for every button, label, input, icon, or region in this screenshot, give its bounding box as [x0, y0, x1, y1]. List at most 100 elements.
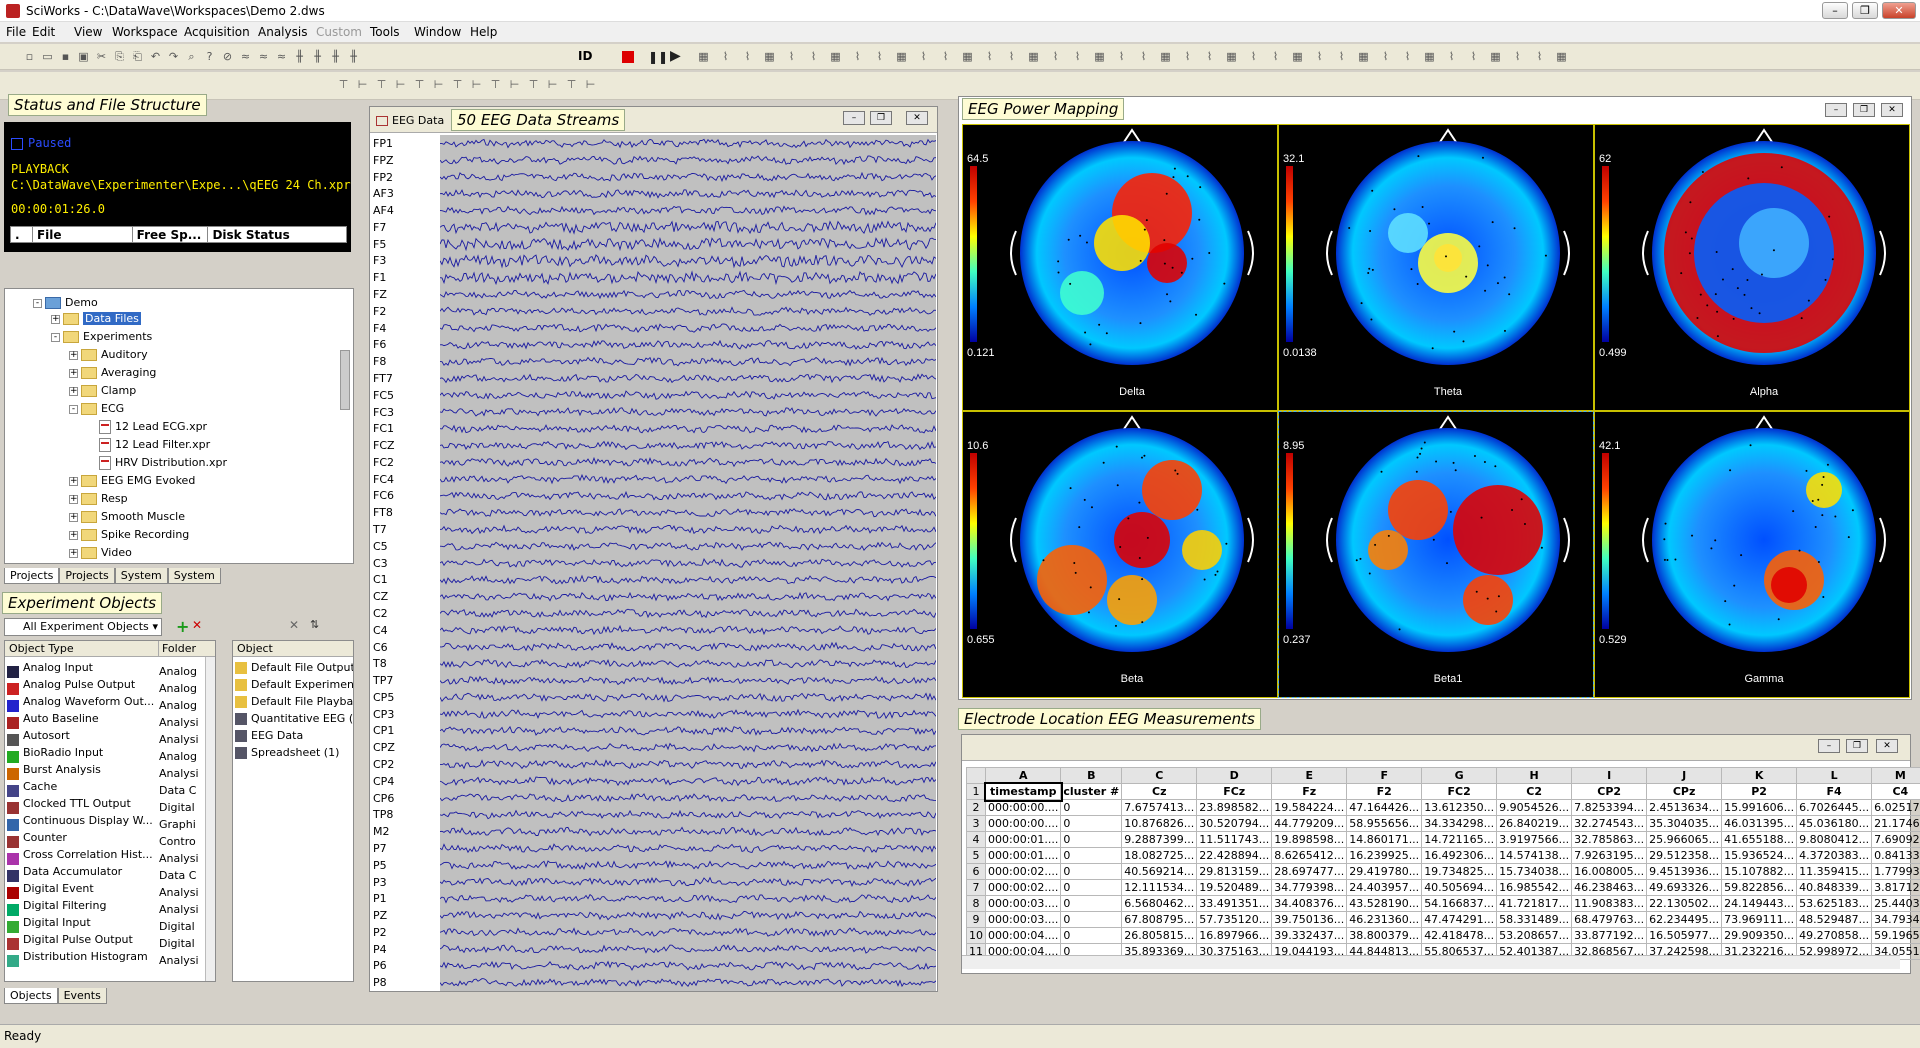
grid-col-file[interactable]: File — [33, 227, 133, 242]
toolbar-tool-icon[interactable]: ⌇ — [1400, 49, 1415, 64]
delete-object-button[interactable]: ✕ — [192, 618, 202, 632]
table-cell[interactable]: 24.149443... — [1721, 895, 1798, 912]
sheet-close-button[interactable]: ✕ — [1876, 739, 1898, 753]
table-cell[interactable]: 68.479763... — [1571, 911, 1648, 928]
table-cell[interactable]: 000:00:02.... — [984, 863, 1062, 880]
toolbar-tool-icon[interactable]: ▦ — [894, 49, 909, 64]
toolbar-tool-icon[interactable]: ⌇ — [916, 49, 931, 64]
table-cell[interactable]: 16.505977... — [1646, 927, 1723, 944]
map-close-button[interactable]: ✕ — [1881, 103, 1903, 117]
object-instance-row[interactable]: Spreadsheet (1) — [235, 746, 339, 760]
toolbar-tool-icon[interactable]: ⌇ — [1532, 49, 1547, 64]
table-cell[interactable]: 47.474291... — [1421, 911, 1498, 928]
table-cell[interactable]: 8.6265412... — [1271, 847, 1348, 864]
column-header[interactable]: Cz — [1121, 783, 1198, 800]
toolbar-tool-icon[interactable]: ⌇ — [872, 49, 887, 64]
tree-item[interactable]: + Data Files — [51, 311, 141, 327]
toolbar-tool-icon[interactable]: ⌇ — [1510, 49, 1525, 64]
column-letter[interactable]: J — [1646, 767, 1723, 784]
table-row[interactable]: 8 000:00:03.... 0 6.5680462... 33.491351... 3… — [966, 895, 1920, 912]
toolbar-tool-icon[interactable]: ⊢ — [583, 77, 598, 92]
toolbar-tool-icon[interactable]: ↶ — [148, 49, 163, 64]
table-cell[interactable]: 40.505694... — [1421, 879, 1498, 896]
table-cell[interactable]: 43.528190... — [1346, 895, 1423, 912]
remove-object-button[interactable]: ✕ — [289, 618, 299, 632]
table-cell[interactable]: 000:00:00.... — [984, 815, 1062, 832]
table-cell[interactable]: 25.44031 — [1871, 895, 1920, 912]
tree-item[interactable]: + Clamp — [69, 383, 136, 399]
object-type-row[interactable]: BioRadio Input Analog — [7, 746, 197, 763]
column-header[interactable]: C4 — [1871, 783, 1920, 800]
sheet-restore-button[interactable]: ❐ — [1846, 739, 1868, 753]
column-letter[interactable]: A — [984, 767, 1062, 784]
object-type-row[interactable]: Cross Correlation Hist... Analysi — [7, 848, 199, 865]
object-type-row[interactable]: Analog Input Analog — [7, 661, 197, 678]
table-row[interactable]: 3 000:00:00.... 0 10.876826... 30.520794... 4… — [966, 815, 1920, 832]
menu-help[interactable]: Help — [470, 25, 497, 39]
table-cell[interactable]: 0 — [1060, 831, 1123, 848]
menu-tools[interactable]: Tools — [370, 25, 400, 39]
table-cell[interactable]: 45.036180... — [1796, 815, 1873, 832]
table-cell[interactable]: 16.008005... — [1571, 863, 1648, 880]
object-instance-row[interactable]: Default Experiment — [235, 678, 353, 692]
table-cell[interactable]: 11.908383... — [1571, 895, 1648, 912]
toolbar-tool-icon[interactable]: ▦ — [1356, 49, 1371, 64]
table-cell[interactable]: 6.5680462... — [1121, 895, 1198, 912]
object-type-row[interactable]: Digital Pulse Output Digital — [7, 933, 195, 950]
table-cell[interactable]: 46.031395... — [1721, 815, 1798, 832]
table-cell[interactable]: 29.813159... — [1196, 863, 1273, 880]
tab-projects[interactable]: Projects — [59, 568, 115, 584]
column-header[interactable]: P2 — [1721, 783, 1798, 800]
maximize-button[interactable]: ❐ — [1852, 2, 1878, 19]
row-number[interactable]: 6 — [966, 863, 986, 880]
toolbar-tool-icon[interactable]: ⌇ — [1312, 49, 1327, 64]
table-row[interactable]: 7 000:00:02.... 0 12.111534... 19.520489... 3… — [966, 879, 1920, 896]
toolbar-tool-icon[interactable]: ▦ — [828, 49, 843, 64]
toolbar-tool-icon[interactable]: ▦ — [1554, 49, 1569, 64]
table-cell[interactable]: 38.800379... — [1346, 927, 1423, 944]
table-cell[interactable]: 59.19656 — [1871, 927, 1920, 944]
toolbar-tool-icon[interactable]: ⊤ — [412, 77, 427, 92]
table-cell[interactable]: 34.779398... — [1271, 879, 1348, 896]
measurement-table[interactable]: A B C D E F G H I J K L M 1 timestamp cluster # Cz FCz Fz F… — [966, 767, 1920, 960]
toolbar-tool-icon[interactable]: ▦ — [762, 49, 777, 64]
table-cell[interactable]: 67.808795... — [1121, 911, 1198, 928]
toolbar-tool-icon[interactable]: ⊤ — [564, 77, 579, 92]
toolbar-tool-icon[interactable]: ≈ — [256, 49, 271, 64]
object-type-row[interactable]: Digital Event Analysi — [7, 882, 199, 899]
row-number[interactable]: 10 — [966, 927, 986, 944]
toolbar-tool-icon[interactable]: ╫ — [328, 49, 343, 64]
tab-projects[interactable]: Projects — [4, 568, 60, 584]
toolbar-tool-icon[interactable]: ⊤ — [488, 77, 503, 92]
grid-col-disk-status[interactable]: Disk Status — [208, 227, 346, 242]
tree-item[interactable]: + Video — [69, 545, 132, 561]
table-cell[interactable]: 000:00:02.... — [984, 879, 1062, 896]
map-restore-button[interactable]: ❐ — [1853, 103, 1875, 117]
toolbar-tool-icon[interactable]: ▪ — [58, 49, 73, 64]
table-cell[interactable]: 7.6757413... — [1121, 799, 1198, 816]
table-cell[interactable]: 7.9263195... — [1571, 847, 1648, 864]
tree-item[interactable]: + Resp — [69, 491, 128, 507]
toolbar-tool-icon[interactable]: ▭ — [40, 49, 55, 64]
table-cell[interactable]: 39.750136... — [1271, 911, 1348, 928]
table-cell[interactable]: 14.574138... — [1496, 847, 1573, 864]
object-filter-select[interactable]: All Experiment Objects ▾ — [4, 618, 162, 636]
object-instance-row[interactable]: Default File Output — [235, 661, 353, 675]
toolbar-tool-icon[interactable]: ⌇ — [1466, 49, 1481, 64]
record-button[interactable] — [622, 51, 634, 63]
table-cell[interactable]: 19.898598... — [1271, 831, 1348, 848]
table-cell[interactable]: 24.403957... — [1346, 879, 1423, 896]
grid-col-free-space[interactable]: Free Sp... — [133, 227, 209, 242]
map-minimize-button[interactable]: – — [1825, 103, 1847, 117]
toolbar-tool-icon[interactable]: ⊢ — [431, 77, 446, 92]
object-list-scrollbar[interactable] — [205, 657, 215, 981]
table-cell[interactable]: 28.697477... — [1271, 863, 1348, 880]
table-cell[interactable]: 29.512358... — [1646, 847, 1723, 864]
table-cell[interactable]: 53.208657... — [1496, 927, 1573, 944]
toolbar-tool-icon[interactable]: ⊤ — [526, 77, 541, 92]
toolbar-tool-icon[interactable]: ⊢ — [393, 77, 408, 92]
toolbar-tool-icon[interactable]: ≈ — [274, 49, 289, 64]
object-instance-row[interactable]: Quantitative EEG (1 — [235, 712, 353, 726]
table-cell[interactable]: 16.492306... — [1421, 847, 1498, 864]
column-header[interactable]: FCz — [1196, 783, 1273, 800]
